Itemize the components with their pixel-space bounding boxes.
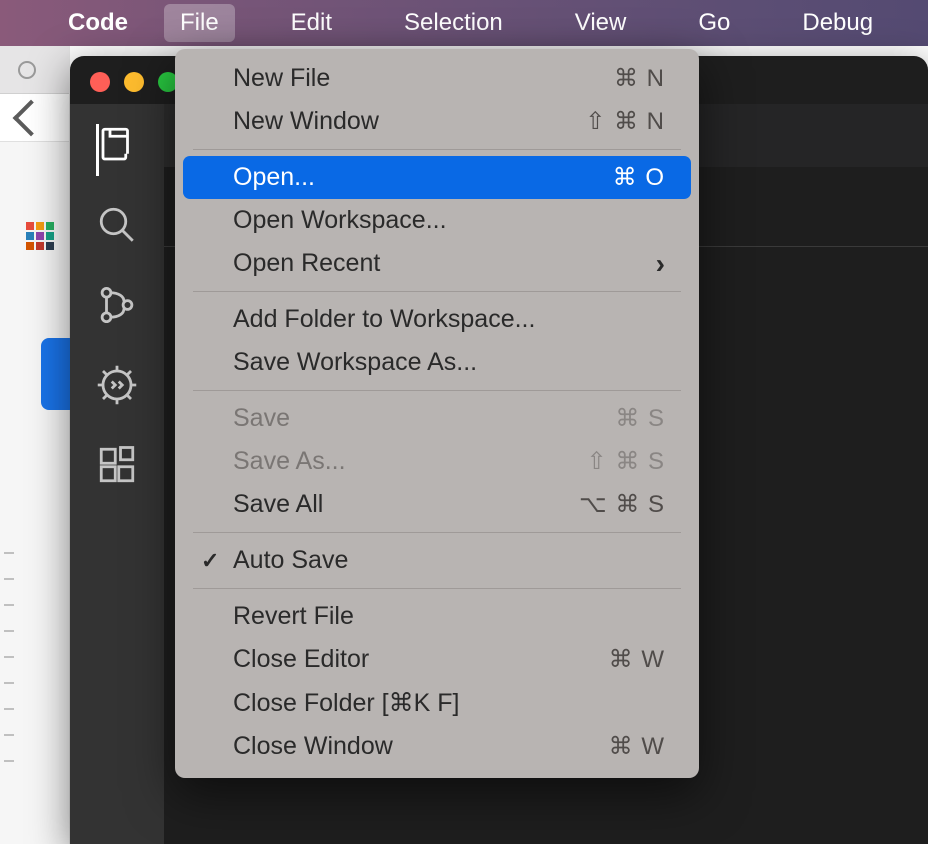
menu-close-folder[interactable]: Close Folder [⌘K F]	[183, 681, 691, 725]
menu-item-label: New Window	[233, 107, 379, 136]
check-icon: ✓	[201, 548, 219, 574]
menu-save-all[interactable]: Save All ⌥ ⌘ S	[183, 483, 691, 526]
menu-shortcut: ⌘ W	[609, 645, 665, 674]
menu-debug[interactable]: Debug	[786, 4, 889, 42]
back-arrow-icon[interactable]	[13, 99, 50, 136]
source-control-icon[interactable]	[96, 284, 138, 326]
menu-edit[interactable]: Edit	[275, 4, 348, 42]
window-traffic-lights	[90, 72, 178, 92]
minimize-window-button[interactable]	[124, 72, 144, 92]
menu-add-folder[interactable]: Add Folder to Workspace...	[183, 298, 691, 341]
menu-separator	[193, 291, 681, 292]
menu-item-label: Add Folder to Workspace...	[233, 305, 535, 334]
menu-item-label: Revert File	[233, 602, 354, 631]
menu-item-label: Close Window	[233, 732, 393, 761]
macos-menubar: Code File Edit Selection View Go Debug T…	[0, 0, 928, 46]
menu-shortcut: ⌘ O	[613, 163, 665, 192]
menu-item-label: New File	[233, 64, 330, 93]
blue-doc-card	[41, 338, 70, 410]
menu-open-recent[interactable]: Open Recent ›	[183, 242, 691, 285]
browser-tabbar	[0, 46, 69, 94]
menu-open-workspace[interactable]: Open Workspace...	[183, 199, 691, 242]
menu-item-label: Save All	[233, 490, 323, 519]
menu-shortcut: ⇧ ⌘ N	[585, 107, 665, 136]
menu-item-label: Save As...	[233, 447, 346, 476]
menu-item-label: Close Editor	[233, 645, 369, 674]
menu-shortcut: ⌥ ⌘ S	[579, 490, 665, 519]
file-menu-dropdown: New File ⌘ N New Window ⇧ ⌘ N Open... ⌘ …	[175, 49, 699, 778]
menu-view[interactable]: View	[559, 4, 643, 42]
menu-item-label: Close Folder [⌘K F]	[233, 688, 459, 718]
menu-save-workspace-as[interactable]: Save Workspace As...	[183, 341, 691, 384]
menu-separator	[193, 532, 681, 533]
activity-bar	[70, 104, 164, 844]
chevron-right-icon: ›	[656, 250, 665, 278]
menu-item-label: Save Workspace As...	[233, 348, 477, 377]
menu-close-window[interactable]: Close Window ⌘ W	[183, 725, 691, 768]
menu-file[interactable]: File	[164, 4, 235, 42]
menu-close-editor[interactable]: Close Editor ⌘ W	[183, 638, 691, 681]
menu-item-label: Auto Save	[233, 546, 348, 575]
debug-icon[interactable]	[96, 364, 138, 406]
background-browser-sliver	[0, 46, 70, 844]
menu-shortcut: ⌘ S	[615, 404, 665, 433]
menu-go[interactable]: Go	[682, 4, 746, 42]
browser-toolbar	[0, 94, 69, 142]
menu-new-window[interactable]: New Window ⇧ ⌘ N	[183, 100, 691, 143]
vscode-window: New File ⌘ N New Window ⇧ ⌘ N Open... ⌘ …	[70, 56, 928, 844]
menu-item-label: Open Recent	[233, 249, 380, 278]
menu-shortcut: ⇧ ⌘ S	[587, 447, 665, 476]
ruler-marks	[4, 552, 24, 786]
menu-auto-save[interactable]: ✓ Auto Save	[183, 539, 691, 582]
search-icon[interactable]	[96, 204, 138, 246]
close-window-button[interactable]	[90, 72, 110, 92]
menu-separator	[193, 588, 681, 589]
apps-grid-icon[interactable]	[26, 222, 54, 250]
menu-save: Save ⌘ S	[183, 397, 691, 440]
menu-item-label: Open...	[233, 163, 315, 192]
menu-new-file[interactable]: New File ⌘ N	[183, 57, 691, 100]
extensions-icon[interactable]	[96, 444, 138, 486]
menu-open[interactable]: Open... ⌘ O	[183, 156, 691, 199]
explorer-icon[interactable]	[96, 124, 138, 166]
menu-revert-file[interactable]: Revert File	[183, 595, 691, 638]
menu-item-label: Open Workspace...	[233, 206, 447, 235]
menu-save-as: Save As... ⇧ ⌘ S	[183, 440, 691, 483]
menu-separator	[193, 390, 681, 391]
menu-item-label: Save	[233, 404, 290, 433]
menu-shortcut: ⌘ W	[609, 732, 665, 761]
app-menu[interactable]: Code	[68, 9, 128, 37]
menu-selection[interactable]: Selection	[388, 4, 519, 42]
menu-separator	[193, 149, 681, 150]
menu-shortcut: ⌘ N	[614, 64, 665, 93]
